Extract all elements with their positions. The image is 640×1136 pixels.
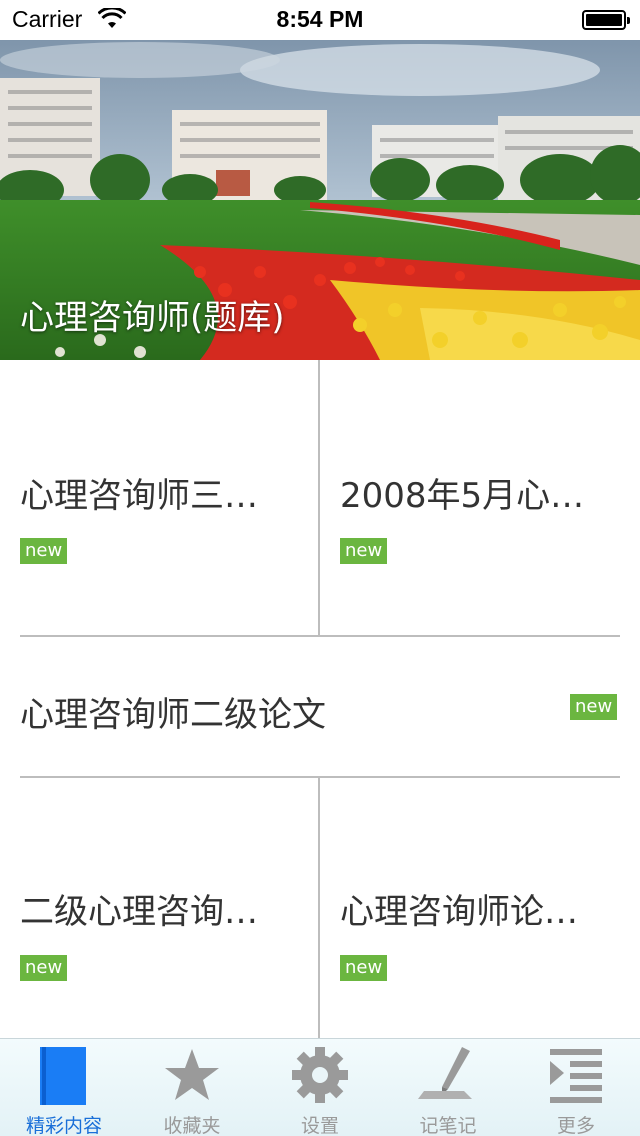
tab-notes[interactable]: 记笔记 [384,1039,512,1136]
tab-label: 更多 [556,1115,595,1136]
item-title: 二级心理咨询… [20,892,258,932]
new-badge: new [20,955,68,981]
tab-more[interactable]: 更多 [512,1039,640,1136]
item-title: 心理咨询师三… [20,476,258,516]
new-badge: new [340,955,388,981]
tab-label: 收藏夹 [163,1115,221,1136]
tab-settings[interactable]: 设置 [256,1039,384,1136]
gear-icon [292,1047,348,1103]
clock: 8:54 PM [276,6,364,32]
battery-icon [582,10,630,30]
pen-icon [418,1047,472,1099]
list-item-3[interactable]: 心理咨询师二级论文 new [0,637,640,776]
grid-item-2[interactable]: 2008年5月心… new [320,360,640,637]
tab-label: 精彩内容 [25,1115,102,1136]
star-icon [165,1049,219,1100]
item-title: 心理咨询师二级论文 [20,695,326,735]
hero-title: 心理咨询师(题库) [20,298,285,338]
tab-favorites[interactable]: 收藏夹 [128,1039,256,1136]
new-badge: new [340,538,388,564]
grid-item-5[interactable]: 心理咨询师论… new [320,778,640,1038]
book-icon [40,1047,86,1105]
item-title: 心理咨询师论… [340,892,578,932]
tab-label: 设置 [300,1115,339,1136]
tab-label: 记笔记 [419,1115,477,1136]
grid-item-1[interactable]: 心理咨询师三… new [0,360,319,637]
status-bar: Carrier 8:54 PM [0,0,640,40]
hero-banner[interactable]: 心理咨询师(题库) [0,40,640,360]
tab-bar: 精彩内容 收藏夹 设置 记笔记 更多 [0,1038,640,1136]
new-badge: new [570,694,618,720]
item-title: 2008年5月心… [340,476,585,516]
list-icon [550,1049,602,1103]
new-badge: new [20,538,68,564]
grid-item-4[interactable]: 二级心理咨询… new [0,778,319,1038]
tab-featured[interactable]: 精彩内容 [0,1039,128,1136]
